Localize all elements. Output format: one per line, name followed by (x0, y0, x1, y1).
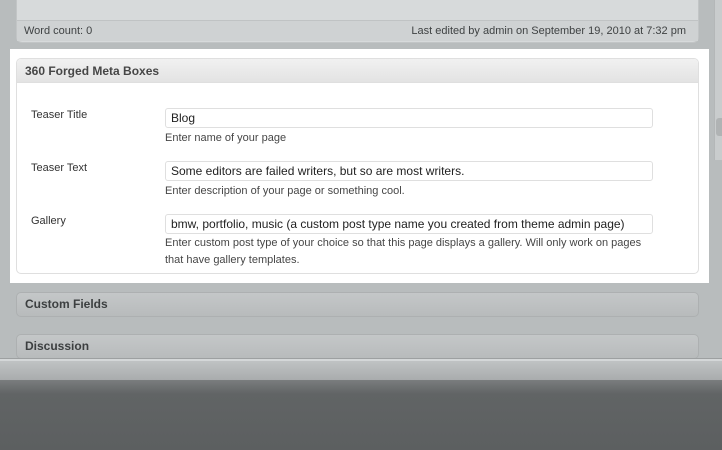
editor-status-area: Word count: 0 Last edited by admin on Se… (16, 0, 699, 43)
custom-fields-box[interactable]: Custom Fields (16, 292, 699, 317)
highlighted-panel: 360 Forged Meta Boxes Teaser Title Enter… (10, 49, 709, 283)
gallery-label: Gallery (31, 215, 66, 227)
teaser-text-description: Enter description of your page or someth… (165, 185, 405, 197)
gallery-description-line1: Enter custom post type of your choice so… (165, 237, 642, 249)
meta-box-title[interactable]: 360 Forged Meta Boxes (17, 59, 698, 83)
teaser-title-label: Teaser Title (31, 109, 88, 121)
editor-status-bar: Word count: 0 Last edited by admin on Se… (17, 20, 698, 41)
meta-box: 360 Forged Meta Boxes Teaser Title Enter… (16, 58, 699, 274)
teaser-text-input[interactable] (165, 161, 653, 181)
gallery-description-line2: that have gallery templates. (165, 254, 300, 266)
last-edited-info: Last edited by admin on September 19, 20… (411, 25, 686, 37)
sidebar-tab[interactable] (716, 118, 722, 136)
teaser-text-label: Teaser Text (31, 162, 88, 174)
teaser-title-input[interactable] (165, 108, 653, 128)
word-count: Word count: 0 (24, 25, 93, 37)
right-sidebar-edge (714, 0, 722, 160)
discussion-box[interactable]: Discussion (16, 334, 699, 359)
gallery-input[interactable] (165, 214, 653, 234)
teaser-title-description: Enter name of your page (165, 132, 287, 144)
page-bottom (0, 380, 722, 450)
footer-bar (0, 358, 722, 380)
